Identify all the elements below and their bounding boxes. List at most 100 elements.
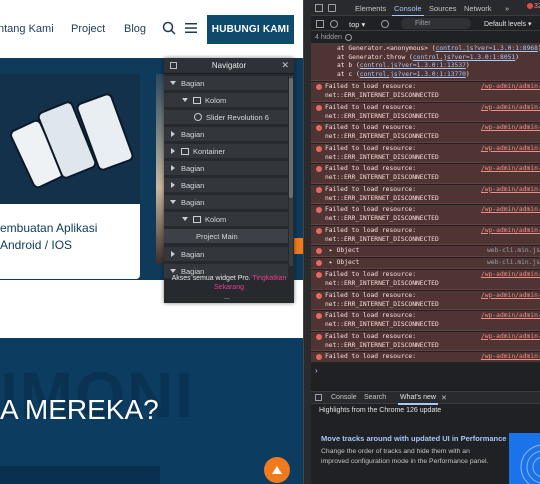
tab-elements[interactable]: Elements: [355, 4, 386, 13]
caret-icon[interactable]: [170, 269, 176, 273]
console-error-message[interactable]: Failed to load resource:net::ERR_INTERNE…: [311, 205, 540, 225]
message-source-link[interactable]: /wp-admin/admin-a: [481, 186, 540, 195]
navigator-item-label: Kolom: [205, 95, 227, 105]
console-error-message[interactable]: Failed to load resource:net::ERR_INTERNE…: [311, 184, 540, 204]
nav-link-project[interactable]: Project: [71, 23, 105, 35]
console-error-message[interactable]: Failed to load resource:net::ERR_INTERNE…: [311, 352, 540, 362]
drawer-tab-search[interactable]: Search: [364, 394, 386, 401]
message-source-link[interactable]: /wp-admin/admin-a: [481, 83, 540, 92]
message-detail: net::ERR_INTERNET_DISCONNECTED: [325, 174, 439, 181]
navigator-item-label: Bagian: [181, 129, 205, 139]
project-card[interactable]: embuatan Aplikasi Android / IOS: [0, 74, 140, 339]
caret-icon[interactable]: [170, 81, 176, 85]
message-source-link[interactable]: /wp-admin/admin-a: [481, 206, 540, 215]
message-source-link[interactable]: /wp-admin/admin-a: [481, 227, 540, 236]
console-prompt[interactable]: ›: [315, 366, 318, 375]
message-source-link[interactable]: /wp-admin/admin-a: [481, 333, 540, 342]
caret-icon[interactable]: [171, 182, 175, 188]
message-source-link[interactable]: /wp-admin/admin-a: [481, 312, 540, 321]
contact-us-button[interactable]: HUBUNGI KAMI: [207, 15, 294, 44]
message-source-link[interactable]: /wp-admin/admin-a: [481, 353, 540, 362]
caret-icon[interactable]: [170, 200, 176, 204]
navigator-item[interactable]: Bagian: [164, 161, 288, 175]
drawer-tab-console[interactable]: Console: [331, 394, 357, 401]
console-error-message[interactable]: Failed to load resource:net::ERR_INTERNE…: [311, 164, 540, 184]
message-source-link[interactable]: web-cli.min.js: [487, 259, 540, 268]
caret-icon[interactable]: [171, 148, 175, 154]
source-link[interactable]: control.js?ver=1.3.0:1:8968: [436, 45, 538, 52]
console-error-message[interactable]: Failed to load resource:net::ERR_INTERNE…: [311, 290, 540, 310]
eye-icon[interactable]: [381, 20, 389, 28]
clear-console-icon[interactable]: [330, 20, 338, 28]
project-card-image: [0, 74, 140, 204]
devtools-resize-handle[interactable]: [303, 0, 311, 484]
search-icon[interactable]: [162, 21, 176, 35]
more-options-icon[interactable]: ...: [224, 293, 230, 302]
message-source-link[interactable]: /wp-admin/admin-a: [481, 165, 540, 174]
device-toolbar-icon[interactable]: [328, 4, 336, 12]
error-count-badge[interactable]: 32: [527, 3, 540, 10]
console-error-message[interactable]: Failed to load resource:net::ERR_INTERNE…: [311, 143, 540, 163]
project-card-title: embuatan Aplikasi Android / IOS: [0, 221, 98, 252]
source-link[interactable]: control.js?ver=1.3.0:1:13770: [360, 71, 466, 78]
caret-icon[interactable]: [171, 165, 175, 171]
caret-icon[interactable]: [182, 217, 188, 221]
scroll-to-top-button[interactable]: [264, 457, 290, 483]
hamburger-menu-icon[interactable]: [185, 22, 197, 34]
message-source-link[interactable]: web-cli.min.js: [487, 247, 540, 256]
caret-icon[interactable]: [182, 98, 188, 102]
navigator-item[interactable]: Bagian: [164, 127, 288, 141]
drawer-tab-whats-new[interactable]: What's new: [398, 394, 438, 405]
console-error-message[interactable]: Failed to load resource:net::ERR_INTERNE…: [311, 331, 540, 351]
console-error-message[interactable]: Failed to load resource:net::ERR_INTERNE…: [311, 123, 540, 143]
caret-icon[interactable]: [171, 131, 175, 137]
console-object-message[interactable]: ▸ Object web-cli.min.js: [311, 258, 540, 269]
navigator-item[interactable]: Project Main: [164, 229, 288, 243]
source-link[interactable]: control.js?ver=1.3.0:1:13537: [360, 62, 466, 69]
nav-link-blog[interactable]: Blog: [124, 23, 146, 35]
gear-icon[interactable]: [345, 34, 352, 41]
tab-network[interactable]: Network: [464, 4, 492, 13]
caret-icon[interactable]: [171, 251, 175, 257]
error-icon: [316, 272, 322, 278]
message-source-link[interactable]: /wp-admin/admin-a: [481, 145, 540, 154]
tab-console[interactable]: Console: [392, 4, 424, 17]
source-link[interactable]: control.js?ver=1.3.0:1:8051: [413, 54, 515, 61]
message-source-link[interactable]: /wp-admin/admin-a: [481, 271, 540, 280]
message-source-link[interactable]: /wp-admin/admin-a: [481, 124, 540, 133]
navigator-scrollbar[interactable]: [289, 76, 293, 266]
console-object-message[interactable]: ▸ Object web-cli.min.js: [311, 246, 540, 257]
more-tabs-icon[interactable]: »: [505, 4, 509, 13]
navigator-item[interactable]: Bagian: [164, 178, 288, 192]
message-source-link[interactable]: /wp-admin/admin-a: [481, 292, 540, 301]
console-error-message[interactable]: Failed to load resource:net::ERR_INTERNE…: [311, 311, 540, 331]
close-icon[interactable]: ✕: [281, 60, 289, 71]
navigator-item[interactable]: Kontainer: [164, 144, 288, 158]
console-error-message[interactable]: Failed to load resource:net::ERR_INTERNE…: [311, 102, 540, 122]
context-selector[interactable]: top ▾: [349, 20, 365, 29]
navigator-item[interactable]: Slider Revolution 6: [164, 110, 288, 124]
collapse-all-icon[interactable]: [170, 62, 177, 69]
log-levels-dropdown[interactable]: Default levels ▾: [484, 20, 532, 28]
drawer-menu-icon[interactable]: [315, 394, 322, 401]
console-error-message[interactable]: Failed to load resource:net::ERR_INTERNE…: [311, 225, 540, 245]
console-error-message[interactable]: Failed to load resource:net::ERR_INTERNE…: [311, 270, 540, 290]
navigator-item[interactable]: Bagian: [164, 195, 288, 209]
navigator-item[interactable]: Kolom: [164, 212, 288, 226]
nav-link-tentang-kami[interactable]: ntang Kami: [0, 23, 54, 35]
navigator-item[interactable]: Bagian: [164, 76, 288, 90]
message-detail: net::ERR_INTERNET_DISCONNECTED: [325, 300, 439, 308]
filter-input[interactable]: Filter: [401, 18, 471, 29]
navigator-item[interactable]: Kolom: [164, 93, 288, 107]
message-detail: net::ERR_INTERNET_DISCONNECTED: [325, 235, 439, 243]
close-icon[interactable]: ✕: [441, 394, 447, 402]
whats-new-title[interactable]: Move tracks around with updated UI in Pe…: [321, 434, 528, 443]
message-source-link[interactable]: /wp-admin/admin-a: [481, 104, 540, 113]
sidebar-toggle-icon[interactable]: [316, 20, 324, 28]
inspect-element-icon[interactable]: [315, 4, 323, 12]
console-error-message[interactable]: Failed to load resource:net::ERR_INTERNE…: [311, 82, 540, 102]
message-text: Failed to load resource:: [325, 226, 416, 234]
tab-sources[interactable]: Sources: [429, 4, 457, 13]
navigator-item[interactable]: Bagian: [164, 247, 288, 261]
website-viewport: ntang Kami Project Blog HUBUNGI KAMI emb…: [0, 0, 303, 484]
